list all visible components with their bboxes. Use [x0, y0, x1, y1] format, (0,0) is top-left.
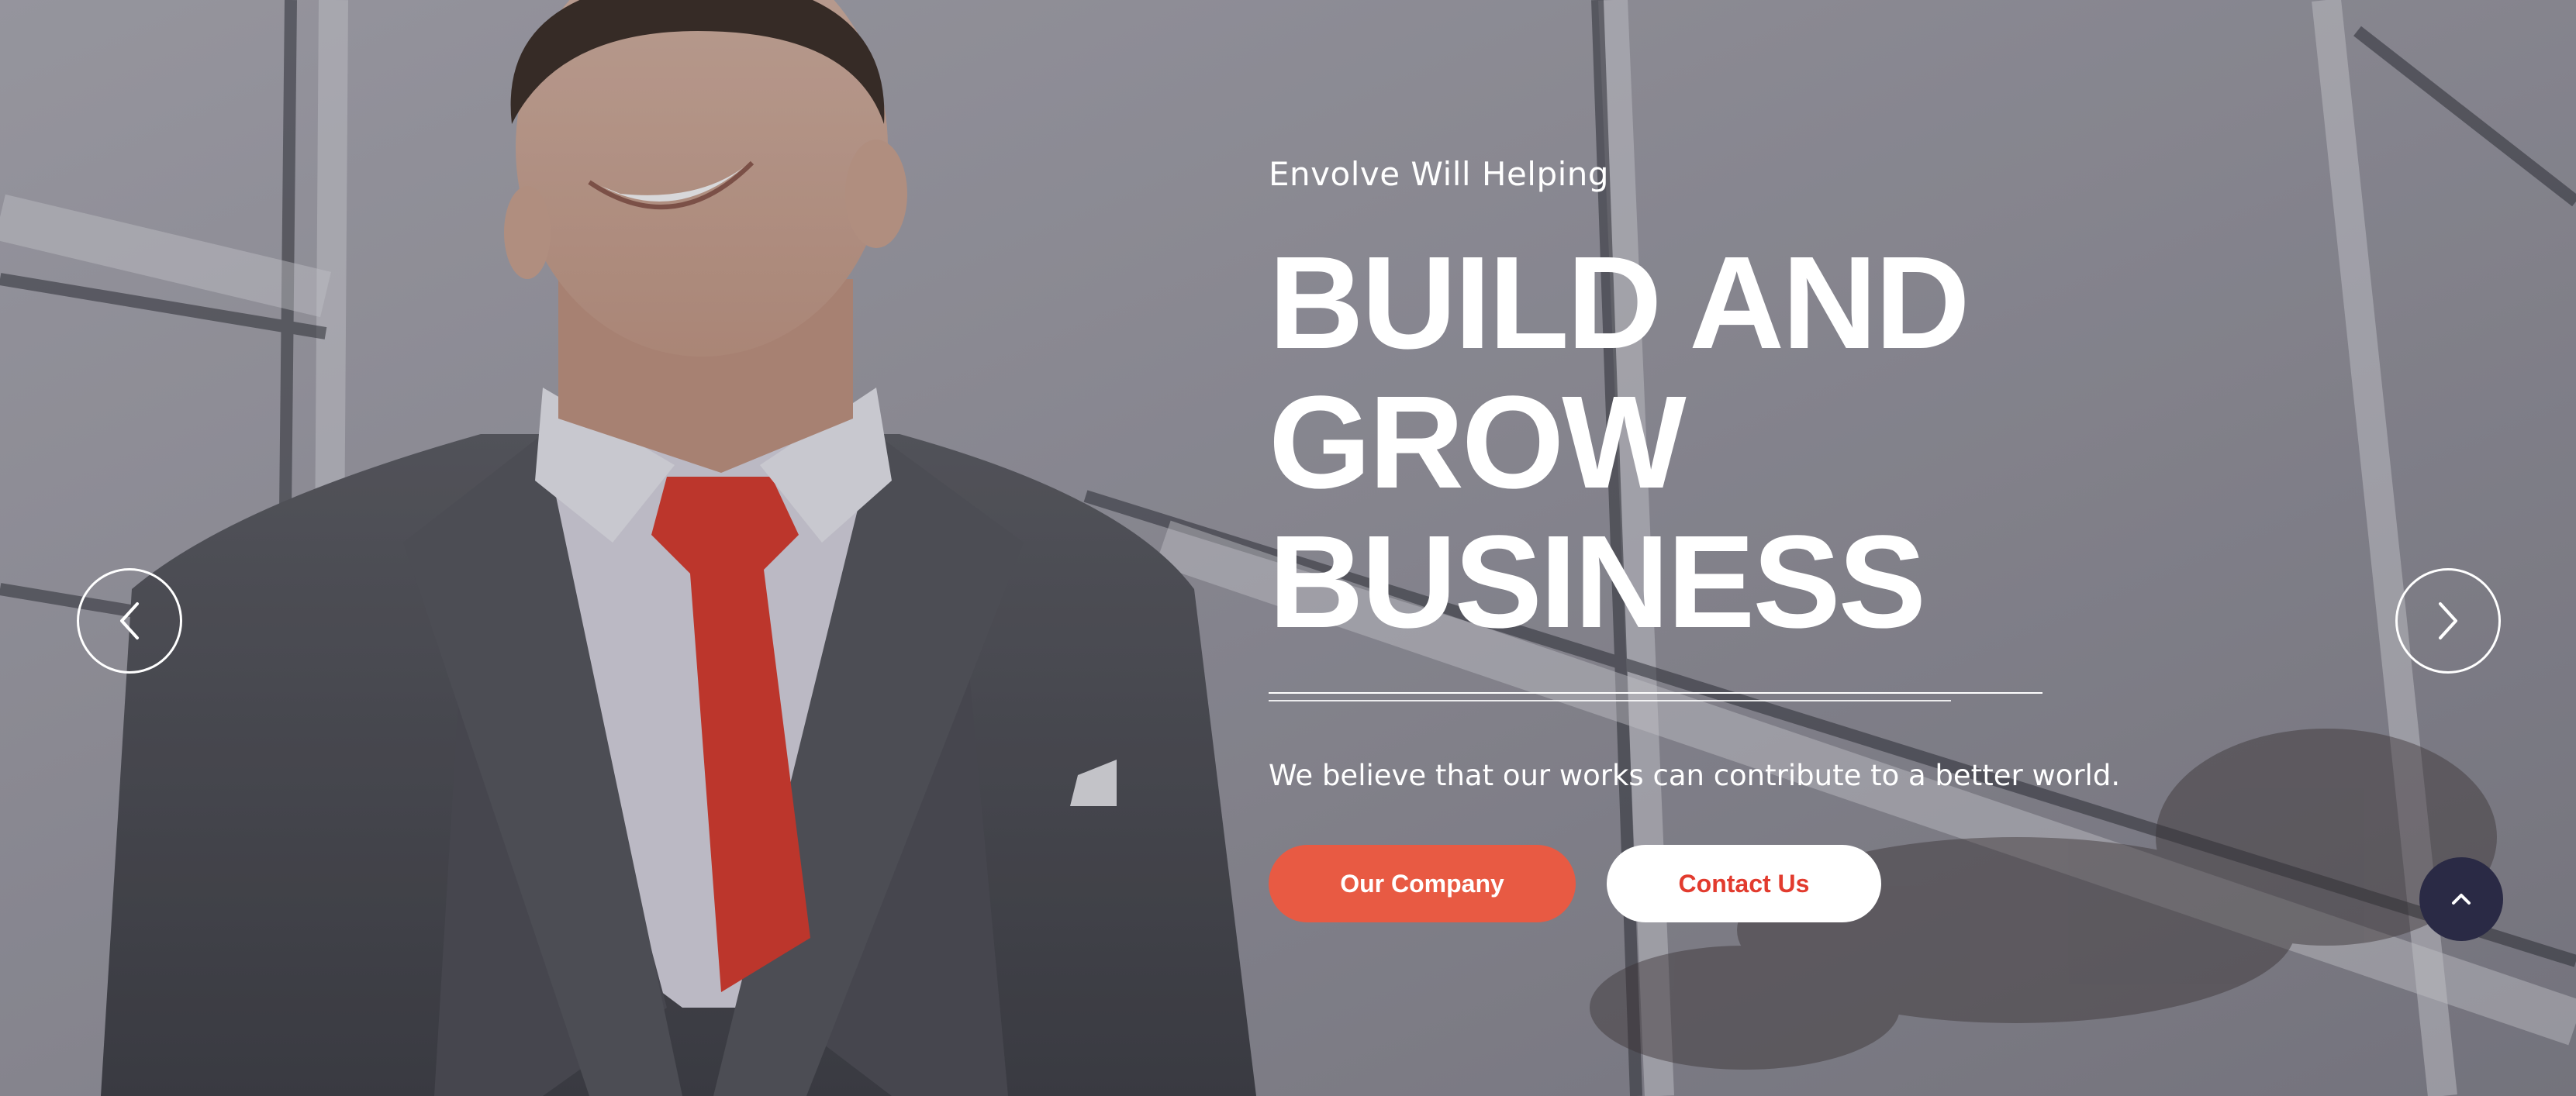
slider-next-button[interactable] — [2395, 568, 2501, 674]
hero-headline-line-2: GROW BUSINESS — [1269, 369, 1926, 656]
hero-subtitle: We believe that our works can contribute… — [1269, 759, 2121, 792]
hero-button-row: Our Company Contact Us — [1269, 845, 2277, 922]
chevron-up-icon — [2452, 894, 2471, 905]
our-company-button[interactable]: Our Company — [1269, 845, 1576, 922]
hero-content: Envolve Will Helping BUILD AND GROW BUSI… — [1269, 155, 2277, 922]
hero-divider — [1269, 692, 2044, 703]
hero-headline: BUILD AND GROW BUSINESS — [1269, 233, 2277, 652]
scroll-to-top-button[interactable] — [2419, 857, 2503, 941]
hero-slider: Envolve Will Helping BUILD AND GROW BUSI… — [0, 0, 2576, 1096]
divider-line-bottom — [1269, 700, 1951, 701]
divider-line-top — [1269, 692, 2042, 694]
contact-us-button[interactable]: Contact Us — [1607, 845, 1881, 922]
slider-prev-button[interactable] — [77, 568, 182, 674]
chevron-right-icon — [2439, 602, 2457, 639]
chevron-left-icon — [120, 602, 139, 639]
hero-eyebrow: Envolve Will Helping — [1269, 155, 1610, 193]
hero-headline-line-1: BUILD AND — [1269, 229, 1970, 377]
